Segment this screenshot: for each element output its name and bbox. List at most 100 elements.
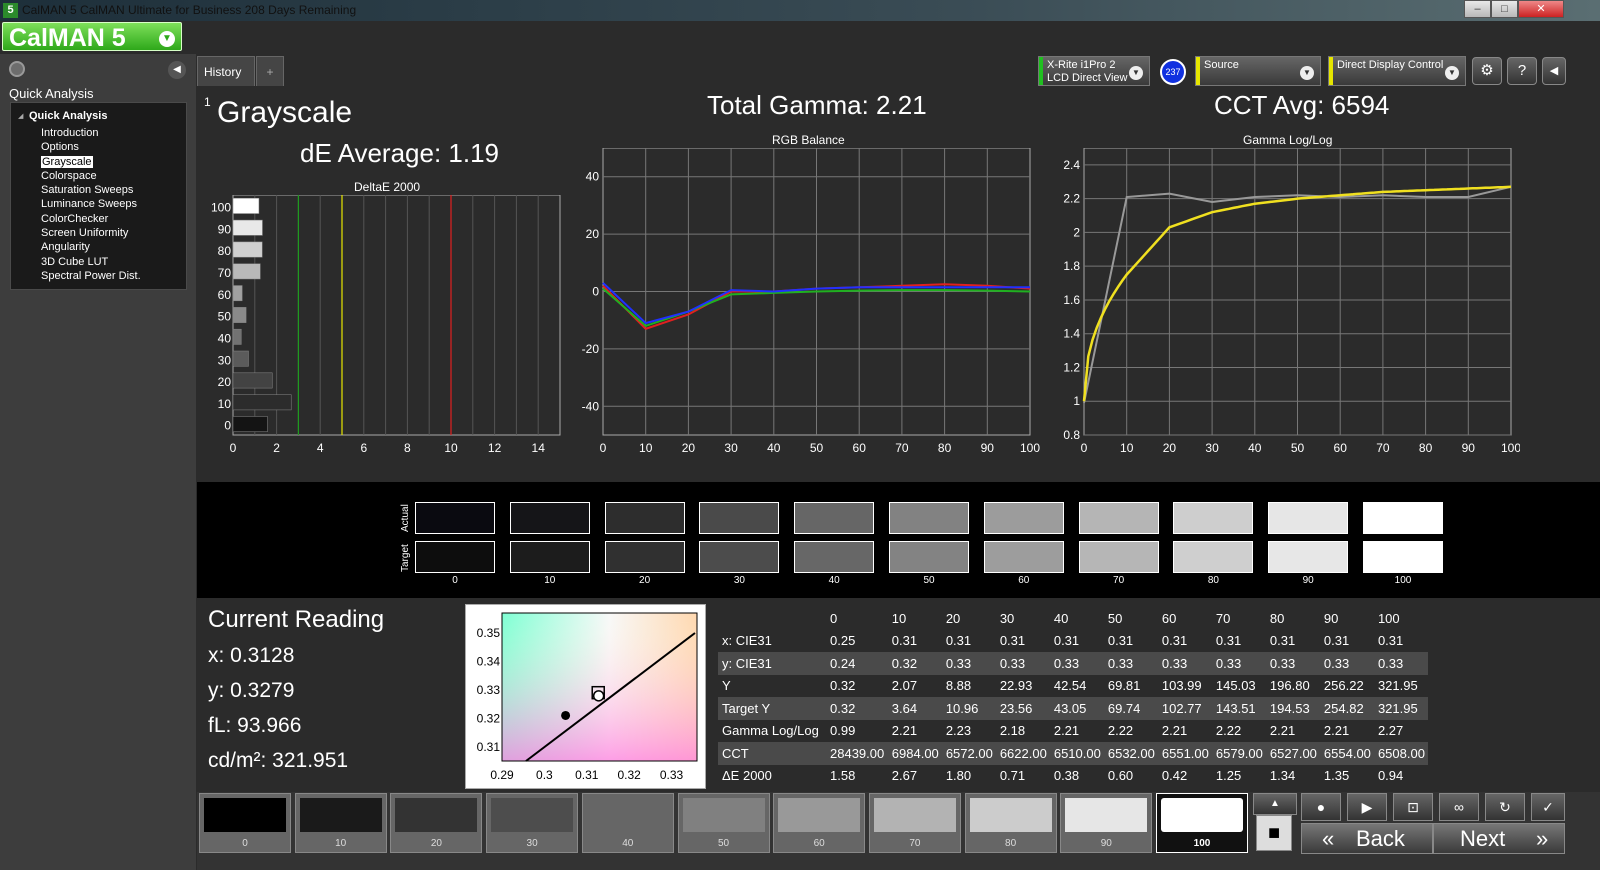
x-tick: 0	[600, 441, 607, 455]
deltae-level-label: 100	[211, 201, 231, 215]
meter-selector[interactable]: X-Rite i1Pro 2 LCD Direct View ▼	[1038, 56, 1150, 86]
close-button[interactable]: ✕	[1518, 0, 1564, 18]
tree-item[interactable]: Saturation Sweeps	[41, 183, 141, 197]
y-tick: 2.4	[1063, 158, 1080, 172]
level-button[interactable]: 80	[964, 793, 1057, 853]
help-button[interactable]: ?	[1507, 57, 1537, 85]
target-swatch	[415, 541, 495, 573]
cie-x-tick: 0.32	[617, 768, 641, 782]
loop-button[interactable]: ∞	[1439, 793, 1479, 821]
level-button[interactable]: 70	[868, 793, 961, 853]
add-tab-button[interactable]: +	[256, 56, 284, 86]
deltae-x-tick: 6	[360, 441, 367, 455]
x-tick: 80	[1419, 441, 1433, 455]
tree-item[interactable]: Colorspace	[41, 169, 141, 183]
deltae-level-label: 10	[218, 397, 232, 411]
stop-button[interactable]: ●	[1301, 793, 1341, 821]
reading-x: x: 0.3128	[208, 644, 295, 667]
x-tick: 100	[1501, 441, 1520, 455]
meter-badge[interactable]: 237	[1160, 59, 1186, 85]
source-selector[interactable]: Source ▼	[1195, 56, 1321, 86]
level-label: 70	[909, 838, 921, 849]
target-swatch	[1078, 541, 1159, 573]
pin-icon[interactable]	[9, 61, 25, 77]
level-button[interactable]: 90	[1060, 793, 1153, 853]
table-header-cell: 80	[1269, 610, 1285, 626]
check-button[interactable]: ✓	[1531, 793, 1565, 821]
level-button[interactable]: 20	[390, 793, 483, 853]
rgb-chart-title: RGB Balance	[772, 133, 845, 147]
tree-item[interactable]: Luminance Sweeps	[41, 197, 141, 211]
lock-icon: ▲	[1270, 798, 1280, 809]
deltae-x-tick: 12	[488, 441, 502, 455]
chevron-down-icon[interactable]: ▼	[1445, 66, 1459, 80]
tree-item[interactable]: Screen Uniformity	[41, 226, 141, 240]
tree-item-label: Luminance Sweeps	[41, 198, 138, 211]
continuous-button[interactable]: ⊡	[1393, 793, 1433, 821]
tree-items: Introduction Options Grayscale Colorspace Sa…	[41, 126, 141, 283]
collapse-sidebar-button[interactable]: ◀	[168, 61, 186, 79]
actual-swatch	[889, 502, 969, 534]
level-button[interactable]: 40	[581, 793, 674, 853]
calman-logo[interactable]: CalMAN 5 ▼	[2, 22, 182, 52]
deltae-level-label: 40	[218, 331, 232, 345]
y-tick: 2.2	[1063, 192, 1080, 206]
table-cell: 23.56	[995, 697, 1050, 720]
collapse-right-button[interactable]: ◀	[1542, 57, 1566, 85]
swatch-level-label: 30	[733, 575, 745, 586]
tree-item[interactable]: ColorChecker	[41, 212, 141, 226]
level-button[interactable]: 0	[199, 793, 291, 853]
table-cell: 0.94	[1377, 768, 1404, 784]
back-button[interactable]: « Back	[1301, 823, 1433, 854]
chevron-down-icon[interactable]: ▼	[159, 31, 175, 47]
refresh-button[interactable]: ↻	[1485, 793, 1525, 821]
next-button[interactable]: Next »	[1433, 823, 1565, 854]
tree-item[interactable]: 3D Cube LUT	[41, 255, 141, 269]
tree-root[interactable]: Quick Analysis	[29, 110, 107, 122]
table-cell: 0.31	[1323, 633, 1350, 649]
table-cell: 0.25	[830, 633, 856, 649]
table-cell: 0.32	[824, 697, 888, 720]
lock-button[interactable]: ▲	[1253, 793, 1297, 815]
table-cell: 6527.00	[1265, 742, 1320, 765]
y-tick: -20	[582, 342, 600, 356]
table-header-cell: 20	[945, 610, 961, 626]
tree-item[interactable]: Options	[41, 140, 141, 154]
cie-y-tick: 0.32	[477, 711, 501, 725]
target-swatch	[794, 541, 875, 573]
stop-patch-button[interactable]: ■	[1256, 815, 1292, 851]
refresh-icon: ↻	[1499, 799, 1511, 815]
tree-item[interactable]: Spectral Power Dist.	[41, 269, 141, 283]
cie-x-tick: 0.33	[660, 768, 684, 782]
total-gamma: Total Gamma: 2.21	[707, 90, 927, 120]
level-button[interactable]: 100	[1156, 793, 1248, 853]
x-tick: 10	[1120, 441, 1134, 455]
display-status-stripe	[1329, 57, 1333, 85]
maximize-button[interactable]: □	[1491, 0, 1518, 18]
target-swatch	[1173, 541, 1254, 573]
settings-button[interactable]: ⚙	[1472, 57, 1502, 85]
tree-item[interactable]: Introduction	[41, 126, 141, 140]
tree-expand-icon[interactable]: ◢	[18, 112, 23, 120]
table-cell: 0.33	[1103, 652, 1158, 675]
row-label: Y	[722, 678, 731, 694]
play-button[interactable]: ▶	[1347, 793, 1387, 821]
x-tick: 60	[1334, 441, 1348, 455]
minimize-button[interactable]: ‒	[1464, 0, 1491, 18]
chevron-down-icon[interactable]: ▼	[1300, 66, 1314, 80]
tree-item[interactable]: Grayscale	[41, 155, 141, 169]
tree-item[interactable]: Angularity	[41, 240, 141, 254]
display-selector[interactable]: Direct Display Control ▼	[1328, 56, 1466, 86]
level-button[interactable]: 60	[773, 793, 866, 853]
level-button[interactable]: 50	[677, 793, 770, 853]
y-tick: 1.2	[1063, 360, 1080, 374]
level-label: 50	[717, 838, 730, 849]
tab-history[interactable]: History 1	[197, 56, 255, 109]
level-button[interactable]: 10	[294, 793, 387, 853]
x-tick: 90	[981, 441, 995, 455]
check-icon: ✓	[1542, 799, 1554, 815]
table-header-cell: 30	[999, 610, 1015, 626]
chevron-down-icon[interactable]: ▼	[1129, 66, 1143, 80]
level-button[interactable]: 30	[486, 793, 579, 853]
continuous-icon: ⊡	[1407, 799, 1419, 815]
